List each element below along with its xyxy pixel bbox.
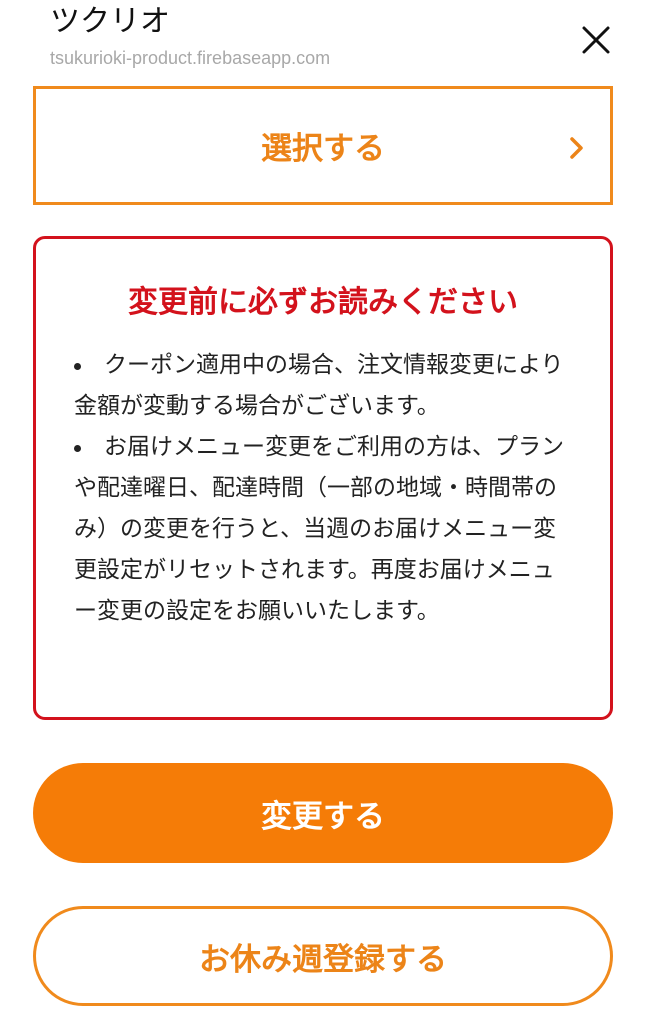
select-button-label: 選択する xyxy=(261,131,385,167)
skip-week-button[interactable]: お休み週登録する xyxy=(33,906,613,1006)
bullet-icon xyxy=(74,363,81,370)
notice-list: クーポン適用中の場合、注文情報変更により金額が変動する場合がございます。 お届け… xyxy=(74,345,574,632)
notice-item-text: クーポン適用中の場合、注文情報変更により金額が変動する場合がございます。 xyxy=(74,352,564,419)
page-url: tsukurioki-product.firebaseapp.com xyxy=(50,48,331,68)
notice-title: 変更前に必ずお読みください xyxy=(128,285,518,320)
chevron-right-icon xyxy=(566,133,588,163)
change-button[interactable]: 変更する xyxy=(33,763,613,863)
browser-header: ツクリオ tsukurioki-product.firebaseapp.com xyxy=(0,0,646,80)
close-icon xyxy=(582,26,610,54)
list-item: お届けメニュー変更をご利用の方は、プランや配達曜日、配達時間（一部の地域・時間帯… xyxy=(74,427,574,632)
notice-item-text: お届けメニュー変更をご利用の方は、プランや配達曜日、配達時間（一部の地域・時間帯… xyxy=(74,434,564,624)
skip-week-button-label: お休み週登録する xyxy=(199,941,447,978)
notice-box: 変更前に必ずお読みください クーポン適用中の場合、注文情報変更により金額が変動す… xyxy=(33,236,613,720)
change-button-label: 変更する xyxy=(261,798,385,835)
list-item: クーポン適用中の場合、注文情報変更により金額が変動する場合がございます。 xyxy=(74,345,574,427)
close-button[interactable] xyxy=(574,18,618,62)
page-title: ツクリオ xyxy=(50,4,170,39)
page: ツクリオ tsukurioki-product.firebaseapp.com … xyxy=(0,0,646,1024)
bullet-icon xyxy=(74,445,81,452)
select-button[interactable]: 選択する xyxy=(33,86,613,205)
